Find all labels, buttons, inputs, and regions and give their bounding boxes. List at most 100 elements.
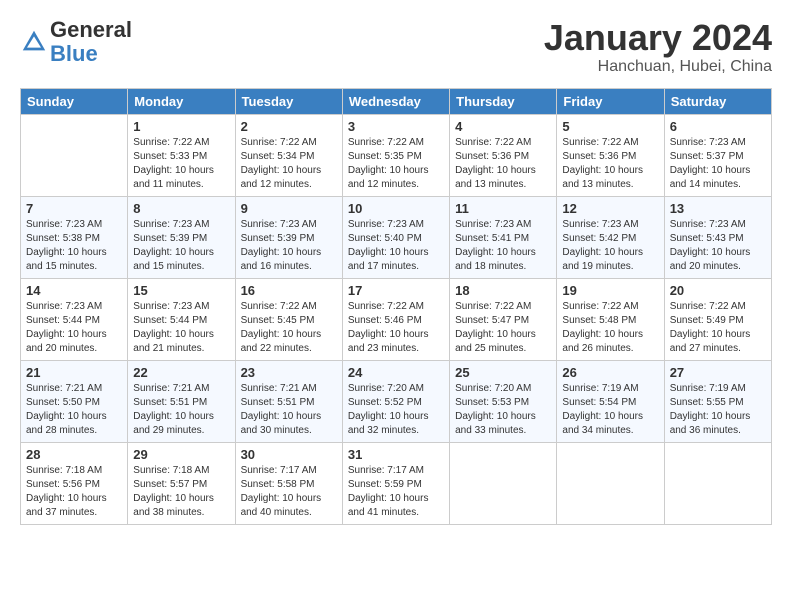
day-info: Sunrise: 7:22 AMSunset: 5:48 PMDaylight:…: [562, 301, 643, 354]
day-info: Sunrise: 7:22 AMSunset: 5:36 PMDaylight:…: [455, 137, 536, 190]
day-cell: 18 Sunrise: 7:22 AMSunset: 5:47 PMDaylig…: [450, 278, 557, 360]
day-info: Sunrise: 7:23 AMSunset: 5:43 PMDaylight:…: [670, 219, 751, 272]
day-number: 7: [26, 201, 122, 216]
day-cell: 31 Sunrise: 7:17 AMSunset: 5:59 PMDaylig…: [342, 442, 449, 524]
day-info: Sunrise: 7:23 AMSunset: 5:44 PMDaylight:…: [26, 301, 107, 354]
col-thursday: Thursday: [450, 88, 557, 114]
day-info: Sunrise: 7:22 AMSunset: 5:45 PMDaylight:…: [241, 301, 322, 354]
day-number: 18: [455, 283, 551, 298]
day-number: 20: [670, 283, 766, 298]
day-cell: 23 Sunrise: 7:21 AMSunset: 5:51 PMDaylig…: [235, 360, 342, 442]
day-cell: 26 Sunrise: 7:19 AMSunset: 5:54 PMDaylig…: [557, 360, 664, 442]
day-info: Sunrise: 7:21 AMSunset: 5:50 PMDaylight:…: [26, 383, 107, 436]
day-info: Sunrise: 7:22 AMSunset: 5:46 PMDaylight:…: [348, 301, 429, 354]
day-cell: 30 Sunrise: 7:17 AMSunset: 5:58 PMDaylig…: [235, 442, 342, 524]
col-friday: Friday: [557, 88, 664, 114]
day-cell: 10 Sunrise: 7:23 AMSunset: 5:40 PMDaylig…: [342, 196, 449, 278]
day-info: Sunrise: 7:19 AMSunset: 5:54 PMDaylight:…: [562, 383, 643, 436]
day-cell: 9 Sunrise: 7:23 AMSunset: 5:39 PMDayligh…: [235, 196, 342, 278]
day-cell: 11 Sunrise: 7:23 AMSunset: 5:41 PMDaylig…: [450, 196, 557, 278]
day-cell: 14 Sunrise: 7:23 AMSunset: 5:44 PMDaylig…: [21, 278, 128, 360]
week-row-4: 28 Sunrise: 7:18 AMSunset: 5:56 PMDaylig…: [21, 442, 772, 524]
day-number: 30: [241, 447, 337, 462]
day-number: 21: [26, 365, 122, 380]
day-number: 11: [455, 201, 551, 216]
day-cell: 13 Sunrise: 7:23 AMSunset: 5:43 PMDaylig…: [664, 196, 771, 278]
day-info: Sunrise: 7:22 AMSunset: 5:36 PMDaylight:…: [562, 137, 643, 190]
day-info: Sunrise: 7:23 AMSunset: 5:44 PMDaylight:…: [133, 301, 214, 354]
title-area: January 2024 Hanchuan, Hubei, China: [544, 18, 772, 76]
day-number: 26: [562, 365, 658, 380]
day-cell: 20 Sunrise: 7:22 AMSunset: 5:49 PMDaylig…: [664, 278, 771, 360]
day-info: Sunrise: 7:17 AMSunset: 5:58 PMDaylight:…: [241, 465, 322, 518]
day-cell: 6 Sunrise: 7:23 AMSunset: 5:37 PMDayligh…: [664, 114, 771, 196]
day-info: Sunrise: 7:18 AMSunset: 5:56 PMDaylight:…: [26, 465, 107, 518]
day-info: Sunrise: 7:21 AMSunset: 5:51 PMDaylight:…: [241, 383, 322, 436]
day-number: 6: [670, 119, 766, 134]
day-cell: 16 Sunrise: 7:22 AMSunset: 5:45 PMDaylig…: [235, 278, 342, 360]
day-info: Sunrise: 7:23 AMSunset: 5:38 PMDaylight:…: [26, 219, 107, 272]
day-info: Sunrise: 7:20 AMSunset: 5:52 PMDaylight:…: [348, 383, 429, 436]
logo-blue: Blue: [50, 41, 98, 66]
day-cell: 1 Sunrise: 7:22 AMSunset: 5:33 PMDayligh…: [128, 114, 235, 196]
day-info: Sunrise: 7:22 AMSunset: 5:33 PMDaylight:…: [133, 137, 214, 190]
day-cell: 24 Sunrise: 7:20 AMSunset: 5:52 PMDaylig…: [342, 360, 449, 442]
day-number: 5: [562, 119, 658, 134]
logo-icon: [20, 28, 48, 56]
logo-text: General Blue: [50, 18, 132, 66]
day-number: 28: [26, 447, 122, 462]
day-info: Sunrise: 7:23 AMSunset: 5:41 PMDaylight:…: [455, 219, 536, 272]
week-row-2: 14 Sunrise: 7:23 AMSunset: 5:44 PMDaylig…: [21, 278, 772, 360]
day-info: Sunrise: 7:18 AMSunset: 5:57 PMDaylight:…: [133, 465, 214, 518]
day-cell: 25 Sunrise: 7:20 AMSunset: 5:53 PMDaylig…: [450, 360, 557, 442]
day-number: 17: [348, 283, 444, 298]
day-cell: 17 Sunrise: 7:22 AMSunset: 5:46 PMDaylig…: [342, 278, 449, 360]
month-title: January 2024: [544, 18, 772, 58]
day-number: 2: [241, 119, 337, 134]
day-info: Sunrise: 7:21 AMSunset: 5:51 PMDaylight:…: [133, 383, 214, 436]
day-cell: 22 Sunrise: 7:21 AMSunset: 5:51 PMDaylig…: [128, 360, 235, 442]
day-cell: 3 Sunrise: 7:22 AMSunset: 5:35 PMDayligh…: [342, 114, 449, 196]
header-row: Sunday Monday Tuesday Wednesday Thursday…: [21, 88, 772, 114]
day-number: 3: [348, 119, 444, 134]
day-info: Sunrise: 7:19 AMSunset: 5:55 PMDaylight:…: [670, 383, 751, 436]
day-cell: 7 Sunrise: 7:23 AMSunset: 5:38 PMDayligh…: [21, 196, 128, 278]
col-saturday: Saturday: [664, 88, 771, 114]
day-info: Sunrise: 7:23 AMSunset: 5:39 PMDaylight:…: [241, 219, 322, 272]
day-number: 23: [241, 365, 337, 380]
day-info: Sunrise: 7:22 AMSunset: 5:35 PMDaylight:…: [348, 137, 429, 190]
week-row-1: 7 Sunrise: 7:23 AMSunset: 5:38 PMDayligh…: [21, 196, 772, 278]
day-cell: [664, 442, 771, 524]
col-sunday: Sunday: [21, 88, 128, 114]
page: General Blue January 2024 Hanchuan, Hube…: [0, 0, 792, 535]
day-cell: 21 Sunrise: 7:21 AMSunset: 5:50 PMDaylig…: [21, 360, 128, 442]
day-cell: 5 Sunrise: 7:22 AMSunset: 5:36 PMDayligh…: [557, 114, 664, 196]
calendar-table: Sunday Monday Tuesday Wednesday Thursday…: [20, 88, 772, 525]
day-cell: 12 Sunrise: 7:23 AMSunset: 5:42 PMDaylig…: [557, 196, 664, 278]
day-number: 10: [348, 201, 444, 216]
location: Hanchuan, Hubei, China: [544, 58, 772, 76]
day-cell: 8 Sunrise: 7:23 AMSunset: 5:39 PMDayligh…: [128, 196, 235, 278]
day-number: 16: [241, 283, 337, 298]
day-number: 24: [348, 365, 444, 380]
week-row-0: 1 Sunrise: 7:22 AMSunset: 5:33 PMDayligh…: [21, 114, 772, 196]
day-number: 13: [670, 201, 766, 216]
day-cell: [450, 442, 557, 524]
day-info: Sunrise: 7:17 AMSunset: 5:59 PMDaylight:…: [348, 465, 429, 518]
day-number: 9: [241, 201, 337, 216]
day-info: Sunrise: 7:22 AMSunset: 5:47 PMDaylight:…: [455, 301, 536, 354]
day-number: 4: [455, 119, 551, 134]
day-number: 8: [133, 201, 229, 216]
day-info: Sunrise: 7:23 AMSunset: 5:40 PMDaylight:…: [348, 219, 429, 272]
col-wednesday: Wednesday: [342, 88, 449, 114]
day-number: 14: [26, 283, 122, 298]
logo-general: General: [50, 17, 132, 42]
day-number: 19: [562, 283, 658, 298]
col-monday: Monday: [128, 88, 235, 114]
day-info: Sunrise: 7:23 AMSunset: 5:37 PMDaylight:…: [670, 137, 751, 190]
week-row-3: 21 Sunrise: 7:21 AMSunset: 5:50 PMDaylig…: [21, 360, 772, 442]
header: General Blue January 2024 Hanchuan, Hube…: [20, 18, 772, 76]
day-cell: 2 Sunrise: 7:22 AMSunset: 5:34 PMDayligh…: [235, 114, 342, 196]
day-cell: 29 Sunrise: 7:18 AMSunset: 5:57 PMDaylig…: [128, 442, 235, 524]
day-cell: 27 Sunrise: 7:19 AMSunset: 5:55 PMDaylig…: [664, 360, 771, 442]
